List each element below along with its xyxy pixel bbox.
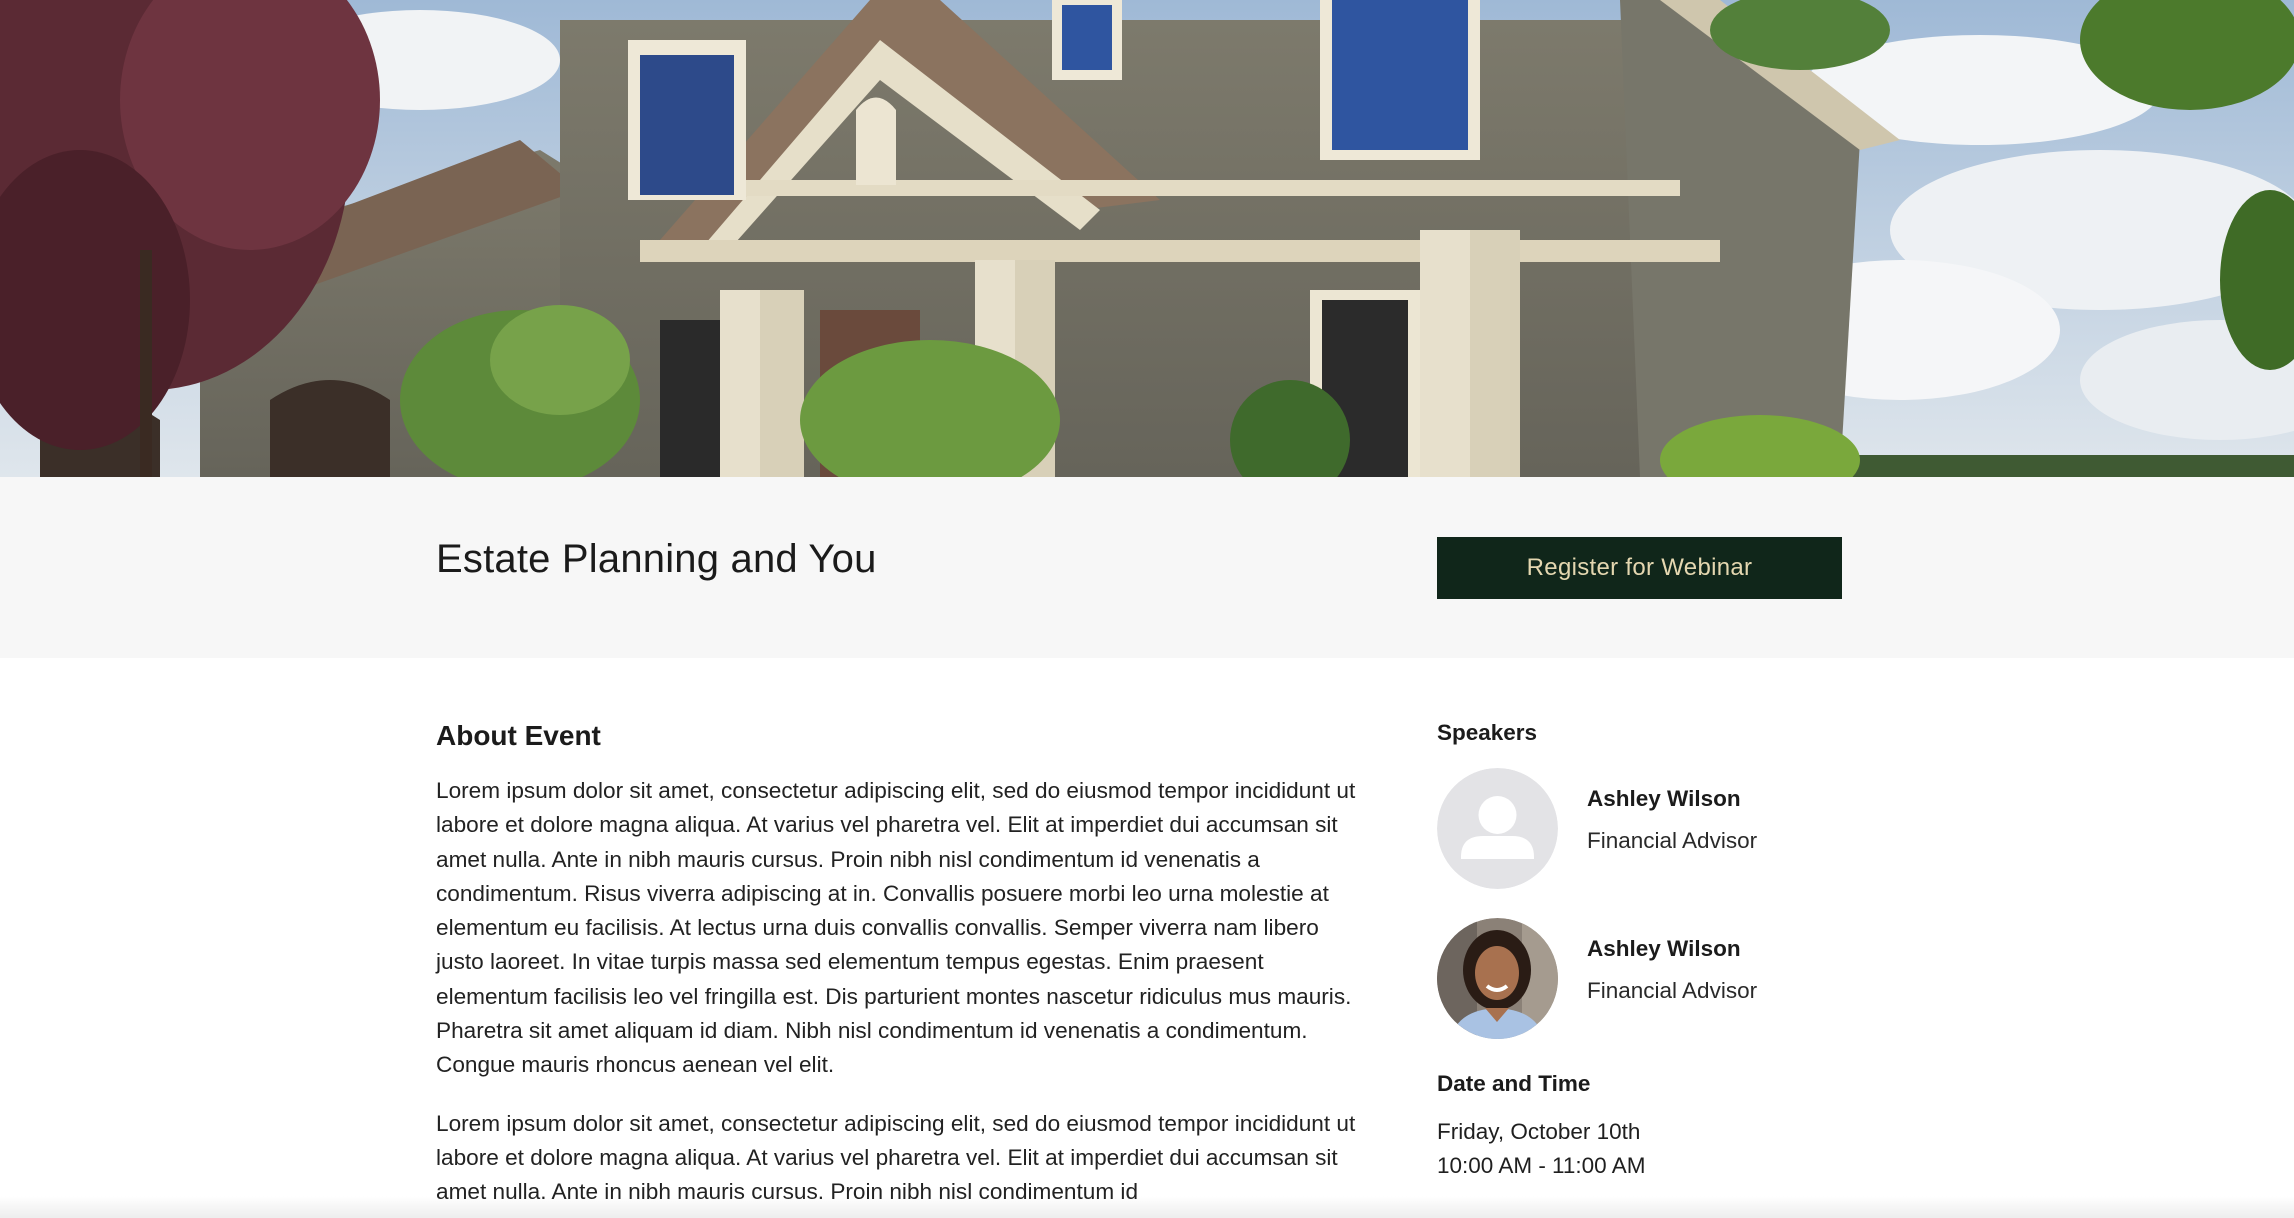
speaker-name: Ashley Wilson: [1587, 936, 1741, 961]
event-sidebar: Speakers Ashley Wilson Financial Advisor: [1437, 720, 1857, 1178]
event-time: 10:00 AM - 11:00 AM: [1437, 1153, 1646, 1178]
speaker-photo: [1437, 918, 1558, 1039]
speaker-card: Ashley Wilson Financial Advisor: [1437, 768, 1857, 890]
speaker-name: Ashley Wilson: [1587, 786, 1741, 811]
speaker-card: Ashley Wilson Financial Advisor: [1437, 918, 1857, 1040]
about-paragraph: Lorem ipsum dolor sit amet, consectetur …: [436, 778, 1356, 1078]
about-paragraph: Lorem ipsum dolor sit amet, consectetur …: [436, 1110, 1356, 1205]
about-section: About Event Lorem ipsum dolor sit amet, …: [436, 720, 1356, 1218]
page-title: Estate Planning and You: [436, 537, 877, 581]
page: Estate Planning and You Register for Web…: [0, 0, 2294, 1218]
speaker-role: Financial Advisor: [1587, 978, 1758, 1003]
placeholder-person-icon: [1437, 768, 1558, 889]
about-heading: About Event: [436, 720, 601, 751]
speaker-role: Financial Advisor: [1587, 828, 1758, 853]
hero-image: [0, 0, 2294, 477]
event-date: Friday, October 10th: [1437, 1119, 1641, 1144]
date-time-heading: Date and Time: [1437, 1071, 1591, 1096]
register-webinar-button[interactable]: Register for Webinar: [1437, 537, 1842, 599]
title-band: [0, 477, 2294, 658]
speakers-heading: Speakers: [1437, 720, 1538, 745]
